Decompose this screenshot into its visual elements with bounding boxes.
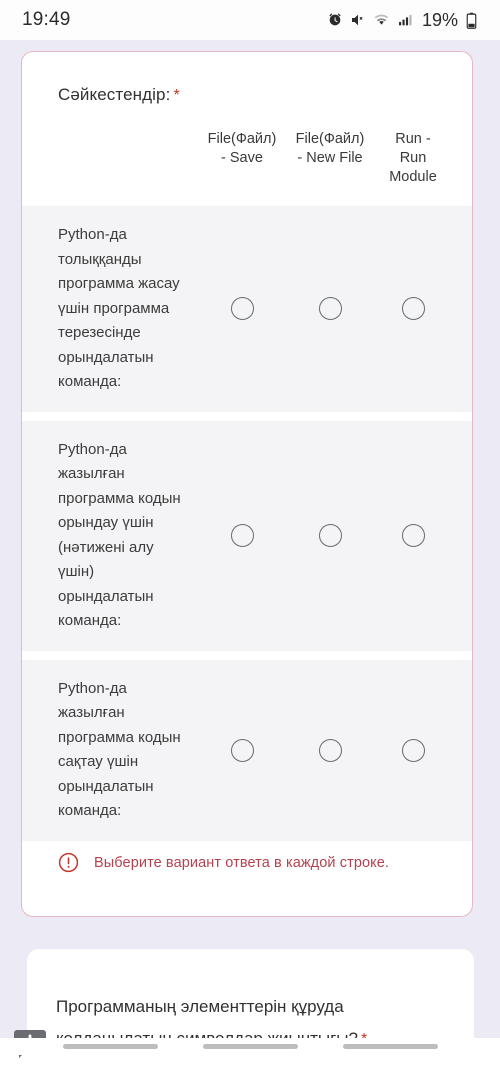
error-exclamation-icon: [58, 852, 79, 873]
question-card-next: Программаның элементтерін құруда қолданы…: [27, 949, 474, 1079]
form-scroll-area[interactable]: Сәйкестендір: * File(Файл) - Save File(Фа…: [0, 40, 500, 1079]
column-header-run-module-line2: Run: [399, 150, 427, 166]
radio-r1c3[interactable]: [401, 297, 425, 321]
table-row: Python-да жазылған программа кодын орынд…: [22, 420, 472, 651]
required-asterisk: *: [173, 87, 180, 104]
radio-cell-r2c3[interactable]: [374, 524, 452, 547]
row-label-3: Python-да жазылған программа кодын сақта…: [58, 679, 181, 820]
column-header-run-module-line3: Module: [389, 169, 437, 185]
system-navigation-bar: [0, 1038, 500, 1055]
row-options-1: [198, 206, 472, 412]
battery-icon: [465, 12, 478, 29]
nav-home-button[interactable]: [202, 1044, 298, 1049]
radio-cell-r2c2[interactable]: [286, 524, 374, 547]
radio-cell-r3c2[interactable]: [286, 738, 374, 762]
column-header-run-module: Run - Run Module: [374, 130, 452, 187]
radio-r2c3[interactable]: [401, 524, 425, 547]
phone-screen: 19:49 19% Сәйкестендір: * File(Файл) - S…: [0, 0, 500, 1079]
radio-cell-r3c1[interactable]: [198, 738, 286, 762]
radio-r2c2[interactable]: [318, 524, 342, 547]
status-time: 19:49: [22, 9, 71, 30]
column-header-new-file-line1: File(Файл): [295, 131, 365, 147]
table-row: Python-да жазылған программа кодын сақта…: [22, 659, 472, 841]
question-card-matching: Сәйкестендір: * File(Файл) - Save File(Фа…: [21, 51, 473, 917]
table-row: Python-да толыққанды программа жасау үші…: [22, 206, 472, 412]
radio-r2c1[interactable]: [230, 524, 254, 547]
status-icons: 19%: [327, 10, 478, 31]
nav-back-button[interactable]: [342, 1044, 438, 1049]
validation-error-text: Выберите вариант ответа в каждой строке.: [94, 854, 390, 871]
row-options-2: [198, 421, 472, 651]
column-header-new-file: File(Файл) - New File: [286, 130, 374, 168]
row-options-3: [198, 660, 472, 841]
nav-recents-button[interactable]: [62, 1044, 158, 1049]
grid-header-row: File(Файл) - Save File(Файл) - New File …: [22, 130, 472, 206]
row-label-2: Python-да жазылған программа кодын орынд…: [58, 440, 181, 630]
question-title-text: Сәйкестендір:: [58, 85, 171, 104]
radio-r1c2[interactable]: [318, 297, 342, 321]
battery-percent: 19%: [421, 9, 458, 30]
status-bar: 19:49 19%: [0, 0, 500, 40]
column-header-save-line1: File(Файл): [207, 131, 277, 147]
column-header-save: File(Файл) - Save: [198, 130, 286, 168]
radio-cell-r2c1[interactable]: [198, 524, 286, 547]
alarm-icon: [327, 12, 343, 28]
column-header-run-module-line1: Run -: [395, 131, 431, 147]
radio-cell-r1c3[interactable]: [374, 297, 452, 321]
row-label-1: Python-да толыққанды программа жасау үші…: [58, 226, 180, 390]
validation-error: Выберите вариант ответа в каждой строке.: [58, 852, 389, 873]
radio-cell-r1c1[interactable]: [198, 297, 286, 321]
wifi-icon: [373, 12, 390, 28]
radio-r3c3[interactable]: [401, 738, 425, 762]
page-title: Сәйкестендір: *: [58, 85, 180, 105]
column-header-new-file-line2: - New File: [297, 150, 363, 166]
column-header-save-line2: - Save: [221, 150, 263, 166]
matching-grid: File(Файл) - Save File(Файл) - New File …: [22, 130, 472, 850]
signal-icon: [397, 12, 413, 28]
radio-cell-r1c2[interactable]: [286, 297, 374, 321]
mute-icon: [350, 12, 366, 28]
radio-r1c1[interactable]: [230, 297, 254, 321]
radio-cell-r3c3[interactable]: [374, 738, 452, 762]
radio-r3c1[interactable]: [230, 738, 254, 762]
radio-r3c2[interactable]: [318, 738, 342, 762]
